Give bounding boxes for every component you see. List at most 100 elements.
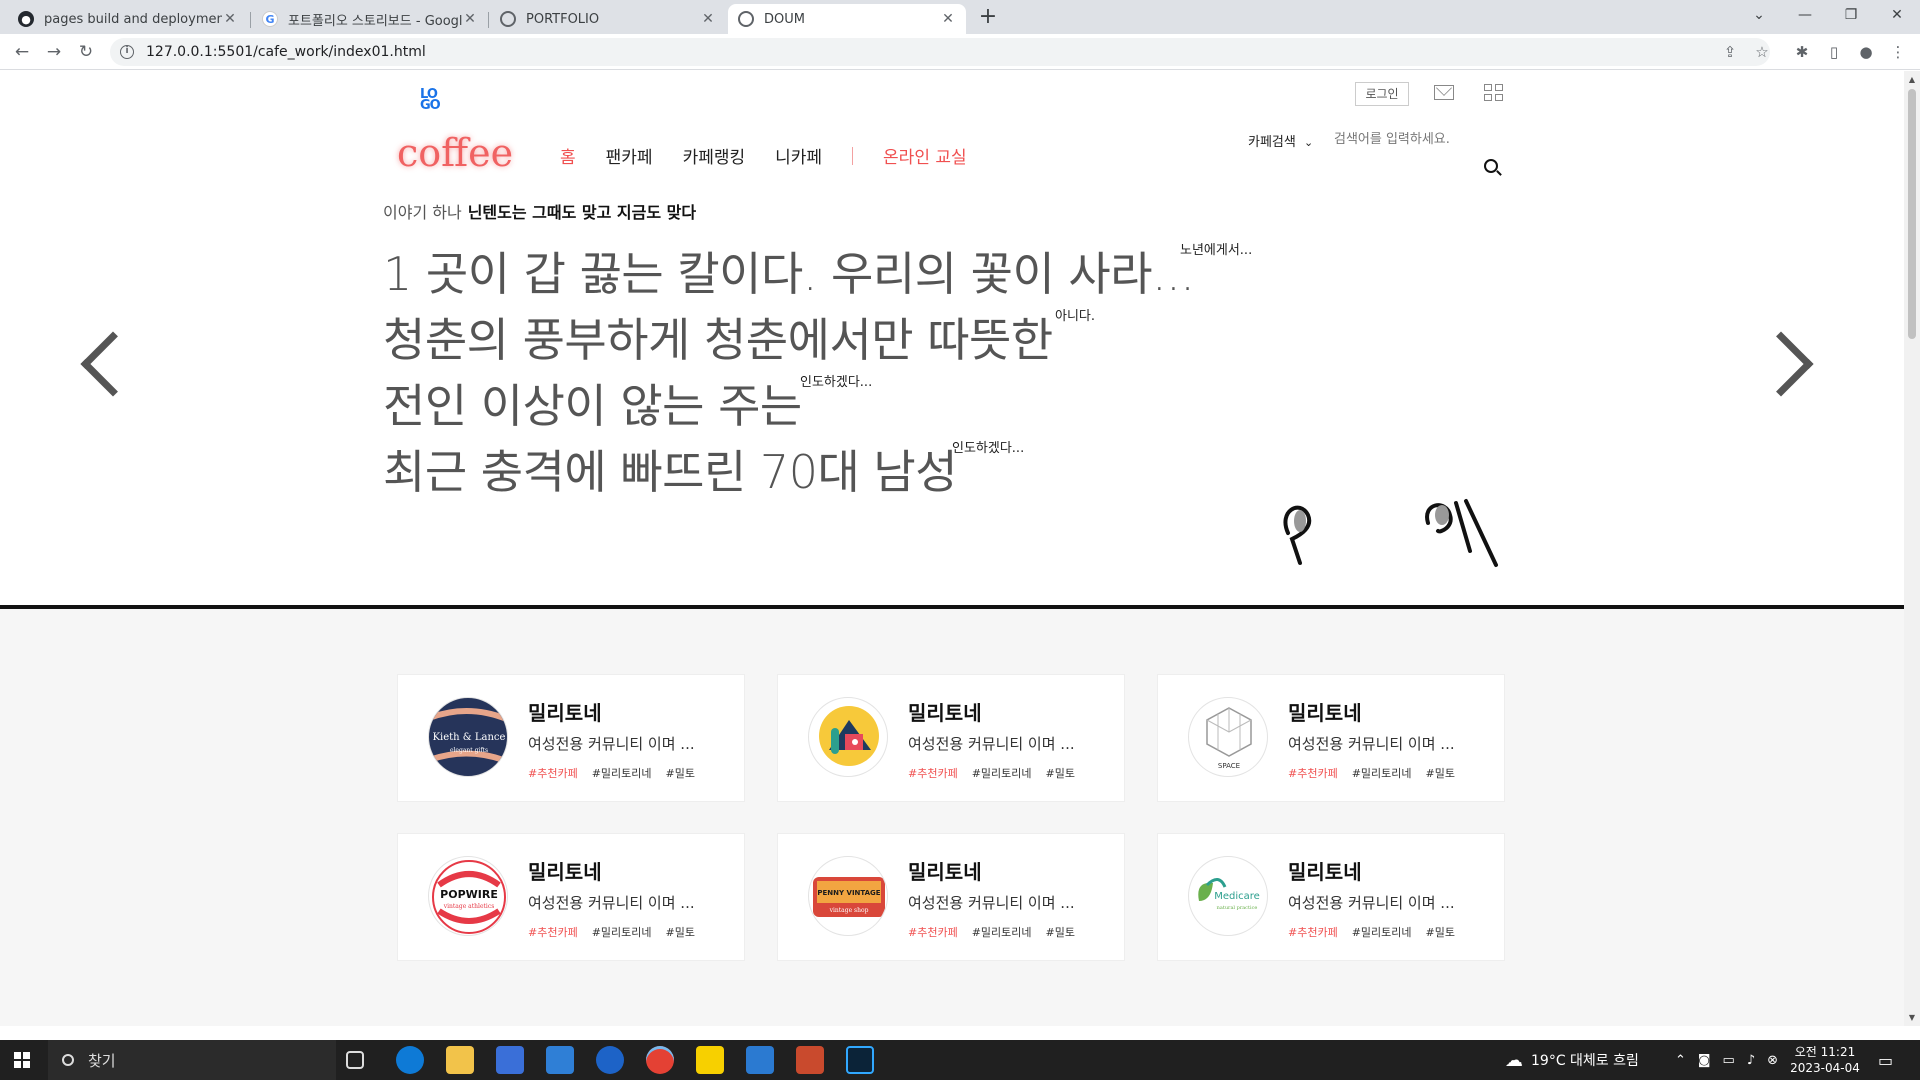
mail-app-icon[interactable] — [546, 1046, 574, 1074]
menu-icon[interactable]: ⋮ — [1886, 40, 1910, 64]
ie-icon[interactable] — [596, 1046, 624, 1074]
site-logo[interactable]: LOGO — [420, 88, 446, 112]
reload-icon[interactable]: ↻ — [74, 40, 98, 64]
file-explorer-icon[interactable] — [446, 1046, 474, 1074]
slide-line-2[interactable]: 청춘의 풍부하게 청춘에서만 따뜻한 — [383, 304, 1053, 370]
close-window-button[interactable]: ✕ — [1874, 0, 1920, 30]
nav-item-fancafe[interactable]: 팬카페 — [606, 143, 653, 168]
nav-item-ranking[interactable]: 카페랭킹 — [683, 143, 746, 168]
kakaotalk-icon[interactable] — [696, 1046, 724, 1074]
browser-tab-3[interactable]: DOUM ✕ — [728, 4, 966, 34]
cafe-card[interactable]: PENNY VINTAGE vintage shop 밀리토네 여성전용 커뮤니… — [777, 833, 1125, 961]
cafe-tags: #추천카페 #밀리토리네 #밀토 — [1288, 765, 1455, 781]
tag[interactable]: #추천카페 — [908, 924, 958, 940]
tag[interactable]: #밀리토리네 — [972, 924, 1032, 940]
svg-text:PENNY VINTAGE: PENNY VINTAGE — [817, 889, 880, 897]
info-icon[interactable]: i — [120, 45, 134, 59]
photoshop-icon[interactable] — [846, 1046, 874, 1074]
tag[interactable]: #밀토 — [1046, 924, 1075, 940]
tag[interactable]: #밀리토리네 — [1352, 924, 1412, 940]
search-input[interactable] — [1332, 127, 1492, 151]
tag[interactable]: #추천카페 — [528, 924, 578, 940]
tag[interactable]: #밀리토리네 — [592, 765, 652, 781]
tag[interactable]: #밀토 — [666, 924, 695, 940]
slide-line-3[interactable]: 전인 이상이 않는 주는 — [383, 370, 802, 436]
tag[interactable]: #밀토 — [1426, 924, 1455, 940]
browser-tabbar: ● pages build and deployment · w ✕ G 포트폴… — [0, 0, 1920, 34]
nav-item-online-class[interactable]: 온라인 교실 — [883, 143, 967, 168]
browser-tab-0[interactable]: ● pages build and deployment · w ✕ — [8, 4, 248, 34]
slide-line-4[interactable]: 최근 충격에 빠뜨린 70대 남성 — [383, 436, 958, 502]
grid-icon[interactable] — [1484, 84, 1504, 102]
browser-tab-2[interactable]: PORTFOLIO ✕ — [490, 4, 726, 34]
camera-icon[interactable]: ◙ — [1698, 1053, 1711, 1068]
close-icon[interactable]: ✕ — [462, 11, 478, 27]
task-view-icon[interactable] — [346, 1051, 364, 1069]
edge-icon[interactable] — [396, 1046, 424, 1074]
scrollbar-thumb[interactable] — [1908, 89, 1916, 339]
cafe-description: 여성전용 커뮤니티 이며 ... — [1288, 894, 1455, 912]
cafe-card[interactable]: SPACE 밀리토네 여성전용 커뮤니티 이며 ... #추천카페 #밀리토리네… — [1157, 674, 1505, 802]
login-button[interactable]: 로그인 — [1355, 82, 1409, 106]
profile-icon[interactable]: ● — [1854, 40, 1878, 64]
browser-tab-1[interactable]: G 포트폴리오 스토리보드 - Google ✕ — [252, 4, 488, 34]
cafe-card[interactable]: Medicare natural practice 밀리토네 여성전용 커뮤니티… — [1157, 833, 1505, 961]
tag[interactable]: #추천카페 — [908, 765, 958, 781]
nav-item-mycafe[interactable]: 니카페 — [775, 143, 822, 168]
cafe-card[interactable]: Kieth & Lance elegant gifts 밀리토네 여성전용 커뮤… — [397, 674, 745, 802]
cafe-name: 밀리토네 — [528, 701, 602, 725]
forward-icon[interactable]: → — [42, 40, 66, 64]
cafe-card[interactable]: 밀리토네 여성전용 커뮤니티 이며 ... #추천카페 #밀리토리네 #밀토 — [777, 674, 1125, 802]
brand-title[interactable]: coffee — [397, 131, 513, 175]
slider-next-arrow-icon[interactable] — [1748, 331, 1814, 397]
page-scrollbar[interactable]: ▲ ▼ — [1904, 71, 1920, 1026]
tag[interactable]: #추천카페 — [528, 765, 578, 781]
nav-item-home[interactable]: 홈 — [560, 143, 576, 168]
close-icon[interactable]: ✕ — [940, 11, 956, 27]
search-category-select[interactable]: 카페검색 ⌄ — [1248, 131, 1313, 150]
search-icon[interactable] — [1484, 159, 1498, 173]
vscode-icon[interactable] — [746, 1046, 774, 1074]
tag[interactable]: #밀토 — [1046, 765, 1075, 781]
tag[interactable]: #추천카페 — [1288, 765, 1338, 781]
notification-icon[interactable]: ▭ — [1878, 1040, 1893, 1080]
tag[interactable]: #추천카페 — [1288, 924, 1338, 940]
scroll-up-icon[interactable]: ▲ — [1907, 75, 1917, 84]
tray-chevron-icon[interactable]: ⌃ — [1675, 1053, 1686, 1068]
clock[interactable]: 오전 11:21 2023-04-04 — [1790, 1040, 1860, 1080]
tab-search-icon[interactable]: ⌄ — [1736, 0, 1782, 30]
back-icon[interactable]: ← — [10, 40, 34, 64]
mail-icon[interactable] — [1434, 85, 1454, 100]
chrome-icon[interactable] — [646, 1046, 674, 1074]
svg-text:natural practice: natural practice — [1217, 905, 1258, 911]
story-headline[interactable]: 이야기 하나 닌텐도는 그때도 맞고 지금도 맞다 — [383, 199, 696, 223]
tag[interactable]: #밀리토리네 — [1352, 765, 1412, 781]
slider-prev-arrow-icon[interactable] — [80, 331, 146, 397]
scroll-down-icon[interactable]: ▼ — [1907, 1013, 1917, 1022]
star-icon[interactable]: ☆ — [1750, 40, 1774, 64]
extensions-icon[interactable]: ✱ — [1790, 40, 1814, 64]
windows-start-icon[interactable] — [14, 1052, 30, 1068]
ime-icon[interactable]: ⊗ — [1767, 1053, 1778, 1068]
tag[interactable]: #밀리토리네 — [972, 765, 1032, 781]
address-bar[interactable]: i 127.0.0.1:5501/cafe_work/index01.html — [110, 38, 1770, 66]
weather-widget[interactable]: ☁ 19°C 대체로 흐림 — [1505, 1040, 1639, 1080]
tag[interactable]: #밀토 — [1426, 765, 1455, 781]
tag[interactable]: #밀토 — [666, 765, 695, 781]
powerpoint-icon[interactable] — [796, 1046, 824, 1074]
slide-line-1[interactable]: 1 곳이 갑 끓는 칼이다. 우리의 꽃이 사라... — [383, 238, 1195, 304]
taskbar-search[interactable]: 찾기 — [48, 1040, 336, 1080]
network-icon[interactable]: ▭ — [1723, 1053, 1735, 1068]
store-icon[interactable] — [496, 1046, 524, 1074]
volume-icon[interactable]: ♪ — [1747, 1053, 1755, 1068]
restore-button[interactable]: ❐ — [1828, 0, 1874, 30]
close-icon[interactable]: ✕ — [222, 11, 238, 27]
minimize-button[interactable]: — — [1782, 0, 1828, 30]
side-panel-icon[interactable]: ▯ — [1822, 40, 1846, 64]
new-tab-button[interactable]: + — [975, 5, 1001, 31]
share-icon[interactable]: ⇪ — [1718, 40, 1742, 64]
tag[interactable]: #밀리토리네 — [592, 924, 652, 940]
story-title: 닌텐도는 그때도 맞고 지금도 맞다 — [467, 203, 697, 222]
close-icon[interactable]: ✕ — [700, 11, 716, 27]
cafe-card[interactable]: POPWIRE vintage athletics 밀리토네 여성전용 커뮤니티… — [397, 833, 745, 961]
